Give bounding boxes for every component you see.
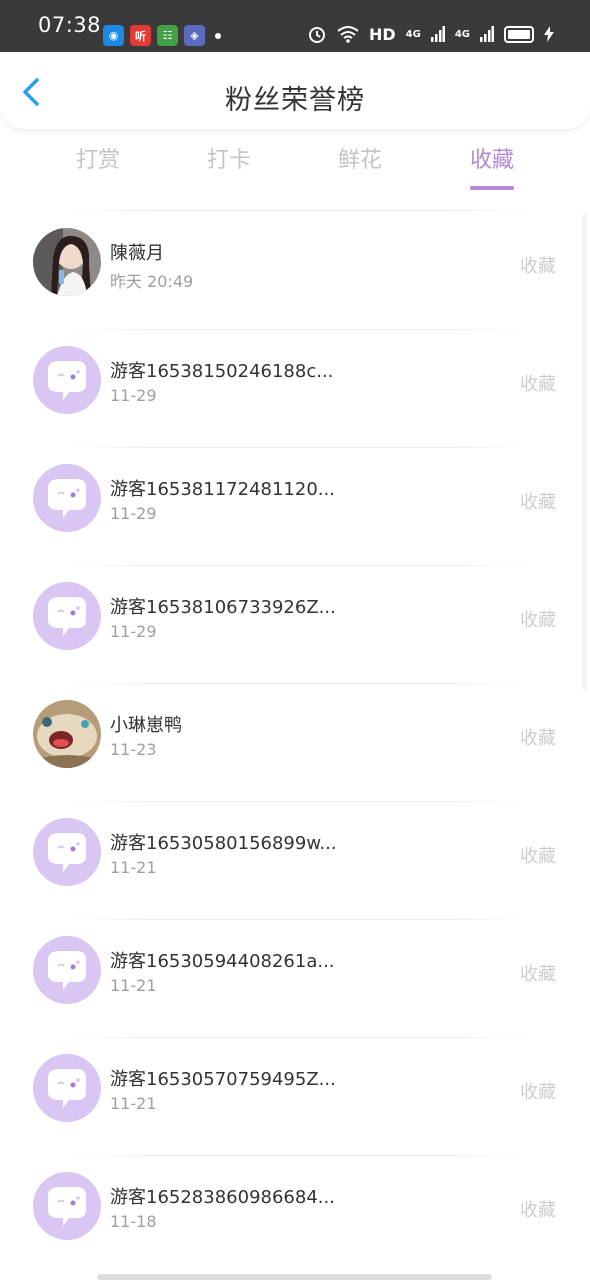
avatar bbox=[33, 1054, 101, 1122]
active-tab-indicator bbox=[470, 186, 514, 190]
fan-date: 11-21 bbox=[110, 1094, 157, 1113]
fan-date: 11-21 bbox=[110, 858, 157, 877]
list-item[interactable]: 游客16538106733926Z... 11-29 收藏 bbox=[0, 566, 590, 684]
alarm-icon bbox=[308, 27, 325, 43]
avatar bbox=[33, 582, 101, 650]
list-item[interactable]: 游客16530570759495Z... 11-21 收藏 bbox=[0, 1038, 590, 1156]
fan-date: 昨天 20:49 bbox=[110, 272, 194, 291]
list-item[interactable]: 游客165283860986684... 11-18 收藏 bbox=[0, 1156, 590, 1274]
fan-name: 游客165381172481120... bbox=[110, 479, 335, 500]
fan-name: 游客16538106733926Z... bbox=[110, 597, 336, 618]
tab-favorites[interactable]: 收藏 bbox=[452, 142, 532, 174]
fan-list: 陳薇月 昨天 20:49 收藏 游客16538150246188c... 11-… bbox=[0, 212, 590, 1274]
fan-date: 11-21 bbox=[110, 976, 157, 995]
browser-app-icon: ◉ bbox=[103, 25, 124, 46]
action-label: 收藏 bbox=[520, 964, 556, 985]
charging-icon bbox=[544, 26, 554, 42]
page-title: 粉丝荣誉榜 bbox=[225, 85, 365, 116]
chat-bubble-avatar-icon bbox=[48, 597, 86, 636]
notification-app-icons: ◉ 听 ☷ ◈ bbox=[103, 25, 221, 46]
tab-checkin[interactable]: 打卡 bbox=[189, 142, 269, 174]
list-item[interactable]: 游客165381172481120... 11-29 收藏 bbox=[0, 448, 590, 566]
fan-date: 11-29 bbox=[110, 386, 157, 405]
fan-name: 游客16530580156899w... bbox=[110, 833, 337, 854]
fan-name: 游客16530570759495Z... bbox=[110, 1069, 336, 1090]
wifi-icon bbox=[337, 26, 359, 43]
avatar bbox=[33, 1172, 101, 1240]
chat-bubble-avatar-icon bbox=[48, 951, 86, 990]
status-time: 07:38 bbox=[38, 13, 102, 37]
chat-bubble-avatar-icon bbox=[48, 1069, 86, 1108]
fan-date: 11-29 bbox=[110, 622, 157, 641]
home-indicator[interactable] bbox=[97, 1274, 492, 1280]
status-bar: 07:38 ◉ 听 ☷ ◈ HD 4G 4G bbox=[0, 0, 590, 52]
tabs-divider bbox=[64, 210, 534, 211]
tab-bar: 打赏 打卡 鲜花 收藏 bbox=[0, 142, 590, 192]
tab-reward[interactable]: 打赏 bbox=[58, 142, 138, 174]
user-photo-avatar-icon bbox=[33, 228, 101, 296]
fan-name: 陳薇月 bbox=[110, 243, 164, 264]
chat-bubble-avatar-icon bbox=[48, 1187, 86, 1226]
scrollbar[interactable] bbox=[582, 214, 587, 690]
gallery-app-icon: ◈ bbox=[184, 25, 205, 46]
battery-icon bbox=[504, 25, 534, 43]
action-label: 收藏 bbox=[520, 846, 556, 867]
fan-date: 11-23 bbox=[110, 740, 157, 759]
listen-app-icon: 听 bbox=[130, 25, 151, 46]
action-label: 收藏 bbox=[520, 1082, 556, 1103]
hd-label: HD bbox=[368, 24, 396, 44]
chat-bubble-avatar-icon bbox=[48, 833, 86, 872]
signal-icon-2 bbox=[480, 26, 494, 42]
list-item[interactable]: 小琳崽鸭 11-23 收藏 bbox=[0, 684, 590, 802]
action-label: 收藏 bbox=[520, 492, 556, 513]
list-item[interactable]: 陳薇月 昨天 20:49 收藏 bbox=[0, 212, 590, 330]
list-item[interactable]: 游客16538150246188c... 11-29 收藏 bbox=[0, 330, 590, 448]
avatar bbox=[33, 700, 101, 768]
avatar bbox=[33, 346, 101, 414]
action-label: 收藏 bbox=[520, 374, 556, 395]
network-label-1: 4G bbox=[405, 28, 421, 40]
action-label: 收藏 bbox=[520, 256, 556, 277]
chat-bubble-avatar-icon bbox=[48, 479, 86, 518]
avatar bbox=[33, 936, 101, 1004]
duck-photo-avatar-icon bbox=[33, 700, 101, 768]
chat-bubble-avatar-icon bbox=[48, 361, 86, 400]
action-label: 收藏 bbox=[520, 728, 556, 749]
signal-icon-1 bbox=[430, 26, 445, 42]
fan-date: 11-29 bbox=[110, 504, 157, 523]
fan-name: 游客165283860986684... bbox=[110, 1187, 335, 1208]
avatar bbox=[33, 464, 101, 532]
list-item[interactable]: 游客16530594408261a... 11-21 收藏 bbox=[0, 920, 590, 1038]
fan-name: 游客16538150246188c... bbox=[110, 361, 334, 382]
avatar bbox=[33, 818, 101, 886]
list-item[interactable]: 游客16530580156899w... 11-21 收藏 bbox=[0, 802, 590, 920]
tab-flowers[interactable]: 鲜花 bbox=[320, 142, 400, 174]
status-indicators: HD 4G 4G bbox=[307, 24, 554, 44]
network-label-2: 4G bbox=[454, 28, 470, 40]
fan-date: 11-18 bbox=[110, 1212, 157, 1231]
more-notifications-dot-icon bbox=[215, 33, 221, 39]
fan-name: 小琳崽鸭 bbox=[110, 715, 182, 736]
header-bar: 粉丝荣誉榜 bbox=[0, 52, 590, 130]
action-label: 收藏 bbox=[520, 1200, 556, 1221]
shop-app-icon: ☷ bbox=[157, 25, 178, 46]
fan-name: 游客16530594408261a... bbox=[110, 951, 335, 972]
avatar bbox=[33, 228, 101, 296]
action-label: 收藏 bbox=[520, 610, 556, 631]
